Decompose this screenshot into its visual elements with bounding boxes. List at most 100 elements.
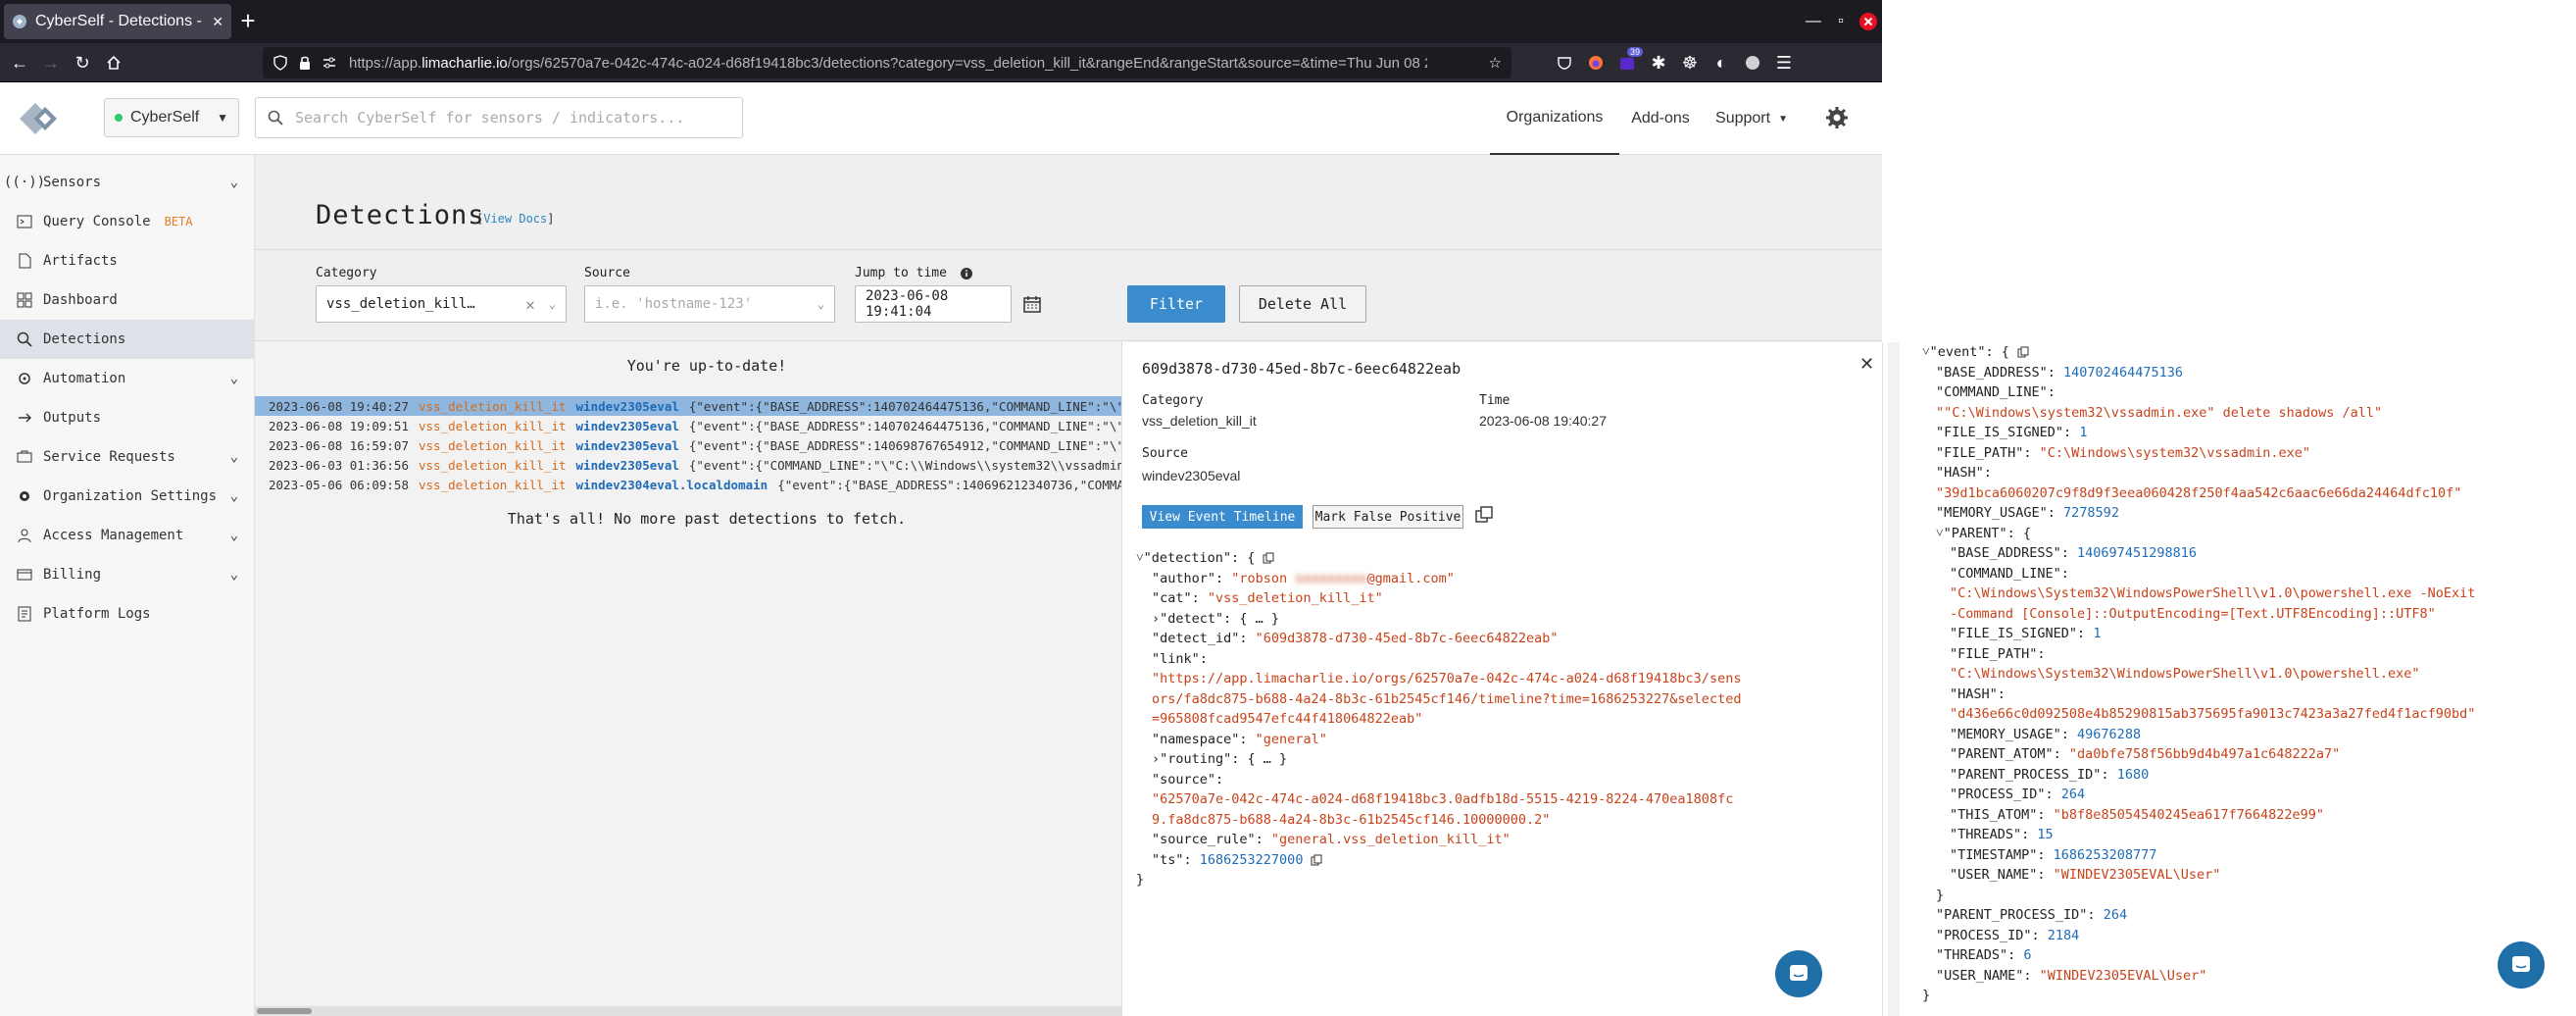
json-line: =965808fcad9547efc44f418064822eab" xyxy=(1136,709,1871,730)
browser-tab-bar: CyberSelf - Detections - Li ✕ + — ▫ xyxy=(0,0,1882,43)
view-docs-close-bracket: ] xyxy=(547,212,555,226)
json-value: 6 xyxy=(2023,947,2032,964)
horizontal-scrollbar[interactable] xyxy=(255,1006,1159,1016)
firefox-extension-icon[interactable] xyxy=(1582,49,1610,76)
chevron-down-icon[interactable]: ⌄ xyxy=(549,297,556,311)
sidebar-item-automation[interactable]: Automation ⌄ xyxy=(0,359,254,398)
sidebar-item-billing[interactable]: Billing ⌄ xyxy=(0,555,254,594)
global-search[interactable] xyxy=(255,97,743,138)
puzzle-icon[interactable]: ✱ xyxy=(1645,49,1672,76)
json-key: "MEMORY_USAGE": xyxy=(1936,505,2064,522)
limacharlie-logo-icon[interactable] xyxy=(16,96,61,141)
search-input[interactable] xyxy=(295,109,726,127)
bookmark-star-icon[interactable]: ☆ xyxy=(1489,54,1502,72)
json-key: ›"detect": xyxy=(1152,610,1240,627)
source-input[interactable] xyxy=(595,296,791,312)
json-key: "HASH": xyxy=(1936,465,2001,482)
pocket-icon[interactable] xyxy=(1551,49,1578,76)
chevron-down-icon[interactable]: ⌄ xyxy=(817,297,824,311)
json-line: "PROCESS_ID": 264 xyxy=(1883,785,2569,805)
copy-icon[interactable] xyxy=(1311,854,1322,866)
calendar-icon[interactable] xyxy=(1023,295,1041,313)
sidebar-item-service-requests[interactable]: Service Requests ⌄ xyxy=(0,437,254,477)
row-host[interactable]: windev2305eval xyxy=(576,458,679,473)
nav-addons[interactable]: Add-ons xyxy=(1623,82,1698,155)
scrollbar-thumb[interactable] xyxy=(257,1008,312,1014)
sidebar-item-sensors[interactable]: ((·)) Sensors ⌄ xyxy=(0,163,254,202)
org-selector[interactable]: CyberSelf ▼ xyxy=(104,98,239,137)
delete-all-button[interactable]: Delete All xyxy=(1239,285,1366,323)
sidebar-item-outputs[interactable]: Outputs xyxy=(0,398,254,437)
row-host[interactable]: windev2305eval xyxy=(576,399,679,414)
filter-button[interactable]: Filter xyxy=(1127,285,1225,323)
cookie-icon[interactable]: ◐ xyxy=(1708,49,1735,76)
copy-icon[interactable] xyxy=(1263,552,1274,564)
view-event-timeline-button[interactable]: View Event Timeline xyxy=(1142,505,1303,529)
new-tab-button[interactable]: + xyxy=(231,6,265,37)
table-row[interactable]: 2023-06-03 01:36:56 vss_deletion_kill_it… xyxy=(255,455,1159,475)
chat-support-icon[interactable] xyxy=(1775,950,1822,997)
category-label: Category xyxy=(316,266,377,280)
sidebar: ((·)) Sensors ⌄ Query Console BETA Artif… xyxy=(0,155,255,1016)
json-value: 264 xyxy=(2103,907,2128,924)
nav-support[interactable]: Support ▼ xyxy=(1708,82,1796,155)
json-value: ors/fa8dc875-b688-4a24-8b3c-61b2545cf146… xyxy=(1152,690,1742,707)
sidebar-item-access-management[interactable]: Access Management ⌄ xyxy=(0,516,254,555)
extension-badge-icon[interactable]: 39 xyxy=(1613,47,1643,76)
service-icon xyxy=(16,448,33,466)
detail-time-label: Time xyxy=(1479,393,1511,408)
favicon-icon xyxy=(12,14,27,29)
copy-icon[interactable] xyxy=(2017,346,2029,358)
table-row[interactable]: 2023-06-08 16:59:07 vss_deletion_kill_it… xyxy=(255,435,1159,455)
jump-to-time-field[interactable]: 2023-06-08 19:41:04 xyxy=(855,285,1012,323)
lock-icon[interactable] xyxy=(298,55,312,71)
close-window-icon[interactable] xyxy=(1855,12,1882,31)
url-text[interactable]: https://app.limacharlie.io/orgs/62570a7e… xyxy=(349,55,1427,72)
back-icon[interactable]: ← xyxy=(6,49,33,76)
table-row[interactable]: 2023-05-06 06:09:58 vss_deletion_kill_it… xyxy=(255,475,1159,494)
sidebar-item-dashboard[interactable]: Dashboard xyxy=(0,280,254,320)
copy-icon[interactable] xyxy=(1475,506,1493,524)
json-key: "cat": xyxy=(1152,590,1208,607)
row-host[interactable]: windev2305eval xyxy=(576,419,679,433)
url-bar[interactable]: https://app.limacharlie.io/orgs/62570a7e… xyxy=(263,47,1511,78)
sidebar-item-query-console[interactable]: Query Console BETA xyxy=(0,202,254,241)
chat-support-icon[interactable] xyxy=(2498,941,2545,989)
maximize-icon[interactable]: ▫ xyxy=(1827,13,1855,30)
source-select[interactable]: ⌄ xyxy=(584,285,835,323)
nav-organizations[interactable]: Organizations xyxy=(1490,82,1619,155)
row-host[interactable]: windev2305eval xyxy=(576,438,679,453)
json-value: "https://app.limacharlie.io/orgs/62570a7… xyxy=(1152,671,1742,687)
settings-gear-icon[interactable] xyxy=(1825,106,1849,129)
row-host[interactable]: windev2304eval.localdomain xyxy=(576,478,768,492)
info-icon[interactable] xyxy=(960,267,972,279)
json-line: "39d1bca6060207c9f8d9f3eea060428f250f4aa… xyxy=(1883,483,2569,504)
permissions-icon[interactable] xyxy=(322,55,337,71)
clear-icon[interactable]: ✕ xyxy=(525,295,535,314)
forward-icon[interactable]: → xyxy=(37,49,65,76)
browser-tab[interactable]: CyberSelf - Detections - Li ✕ xyxy=(4,4,231,39)
mark-false-positive-button[interactable]: Mark False Positive xyxy=(1313,505,1463,529)
sidebar-item-detections[interactable]: Detections xyxy=(0,320,254,359)
tab-close-icon[interactable]: ✕ xyxy=(212,14,223,30)
table-row[interactable]: 2023-06-08 19:40:27 vss_deletion_kill_it… xyxy=(255,396,1159,416)
json-line: ""C:\Windows\system32\vssadmin.exe" dele… xyxy=(1883,403,2569,424)
close-icon[interactable]: ✕ xyxy=(1859,354,1874,375)
reload-icon[interactable]: ↻ xyxy=(69,49,96,76)
sync-icon[interactable]: ☸ xyxy=(1676,49,1704,76)
minimize-icon[interactable]: — xyxy=(1800,13,1827,30)
json-line: "MEMORY_USAGE": 7278592 xyxy=(1883,503,2569,524)
json-key: "MEMORY_USAGE": xyxy=(1950,726,2078,742)
json-value: 1 xyxy=(2093,626,2102,642)
category-select[interactable]: vss_deletion_kill… ✕ ⌄ xyxy=(316,285,567,323)
sidebar-item-organization-settings[interactable]: Organization Settings ⌄ xyxy=(0,477,254,516)
table-row[interactable]: 2023-06-08 19:09:51 vss_deletion_kill_it… xyxy=(255,416,1159,435)
menu-icon[interactable]: ☰ xyxy=(1770,49,1798,76)
shield-icon[interactable] xyxy=(272,55,288,71)
sidebar-item-platform-logs[interactable]: Platform Logs xyxy=(0,594,254,634)
json-key: "HASH": xyxy=(1950,686,2014,702)
account-icon[interactable] xyxy=(1739,49,1766,76)
sidebar-item-artifacts[interactable]: Artifacts xyxy=(0,241,254,280)
view-docs-link[interactable]: View Docs xyxy=(483,212,547,226)
home-icon[interactable] xyxy=(100,49,127,76)
